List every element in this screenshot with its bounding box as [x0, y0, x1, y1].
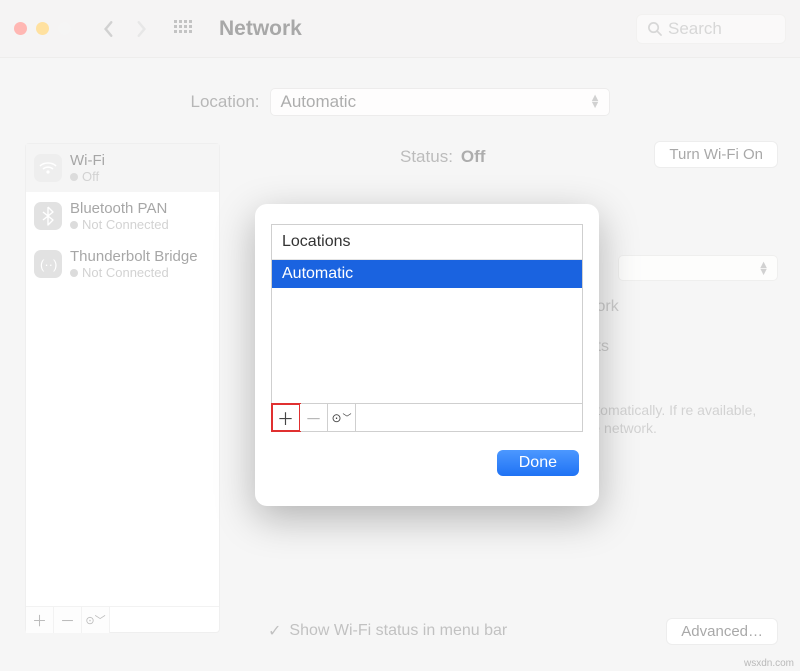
- service-status: Not Connected: [82, 217, 169, 232]
- search-icon: [647, 21, 662, 36]
- service-status: Off: [82, 169, 99, 184]
- location-label: Location:: [191, 92, 260, 112]
- chevron-left-icon: [102, 20, 116, 38]
- wifi-icon: [34, 154, 62, 182]
- plus-icon: ＋: [277, 405, 294, 430]
- fullscreen-window-button[interactable]: [58, 22, 71, 35]
- show-all-prefs-button[interactable]: [171, 17, 195, 41]
- location-actions-button[interactable]: ⊙﹀: [328, 404, 356, 431]
- back-button[interactable]: [97, 17, 121, 41]
- done-button[interactable]: Done: [497, 450, 579, 476]
- plus-icon: ＋: [32, 610, 47, 631]
- checkmark-icon: ✓: [268, 621, 281, 641]
- thunderbolt-icon: (··): [34, 250, 62, 278]
- add-service-button[interactable]: ＋: [26, 607, 54, 633]
- location-dropdown[interactable]: Automatic ▲▼: [270, 88, 610, 116]
- grid-icon: [174, 20, 192, 38]
- chevron-down-icon: ﹀: [343, 411, 352, 424]
- service-name: Thunderbolt Bridge: [70, 248, 198, 265]
- status-dot-icon: [70, 221, 78, 229]
- bluetooth-icon: [34, 202, 62, 230]
- chevron-right-icon: [134, 20, 148, 38]
- gear-dropdown-icon: ⊙﹀: [85, 612, 105, 628]
- remove-location-button[interactable]: －: [300, 404, 328, 431]
- service-item-thunderbolt[interactable]: (··) Thunderbolt Bridge Not Connected: [26, 240, 219, 288]
- traffic-lights: [14, 22, 71, 35]
- services-sidebar: Wi-Fi Off Bluetooth PAN Not Connected (·…: [25, 143, 220, 633]
- add-location-button[interactable]: ＋: [272, 404, 300, 431]
- locations-list: Locations Automatic: [271, 224, 583, 404]
- edit-locations-dialog: Locations Automatic ＋ － ⊙﹀ Done: [255, 204, 599, 506]
- network-name-dropdown[interactable]: ▲▼: [618, 255, 778, 281]
- search-field[interactable]: Search: [636, 14, 786, 44]
- status-label: Status:: [400, 147, 453, 167]
- minus-icon: －: [60, 610, 75, 631]
- status-dot-icon: [70, 269, 78, 277]
- minus-icon: －: [305, 405, 322, 430]
- remove-service-button[interactable]: －: [54, 607, 82, 633]
- service-item-wifi[interactable]: Wi-Fi Off: [26, 144, 219, 192]
- turn-wifi-on-button[interactable]: Turn Wi-Fi On: [654, 141, 778, 168]
- close-window-button[interactable]: [14, 22, 27, 35]
- advanced-button[interactable]: Advanced…: [666, 618, 778, 645]
- service-name: Bluetooth PAN: [70, 200, 169, 217]
- service-item-bluetooth[interactable]: Bluetooth PAN Not Connected: [26, 192, 219, 240]
- updown-icon: ▲▼: [758, 262, 769, 276]
- search-placeholder: Search: [668, 19, 722, 39]
- service-status: Not Connected: [82, 265, 169, 280]
- updown-icon: ▲▼: [590, 95, 601, 109]
- status-value: Off: [461, 147, 486, 167]
- menubar-checkbox-label[interactable]: Show Wi-Fi status in menu bar: [289, 622, 507, 640]
- forward-button[interactable]: [129, 17, 153, 41]
- location-value: Automatic: [281, 92, 357, 112]
- ellipsis-circle-icon: ⊙: [331, 411, 341, 425]
- svg-text:(··): (··): [40, 257, 57, 272]
- window-title: Network: [219, 17, 302, 41]
- status-dot-icon: [70, 173, 78, 181]
- watermark: wsxdn.com: [744, 658, 794, 669]
- locations-header: Locations: [272, 225, 582, 260]
- service-name: Wi-Fi: [70, 152, 105, 169]
- locations-toolbar: ＋ － ⊙﹀: [271, 404, 583, 432]
- sidebar-toolbar: ＋ － ⊙﹀: [26, 606, 219, 632]
- minimize-window-button[interactable]: [36, 22, 49, 35]
- service-actions-button[interactable]: ⊙﹀: [82, 607, 110, 633]
- location-list-item[interactable]: Automatic: [272, 260, 582, 288]
- window-toolbar: Network Search: [0, 0, 800, 58]
